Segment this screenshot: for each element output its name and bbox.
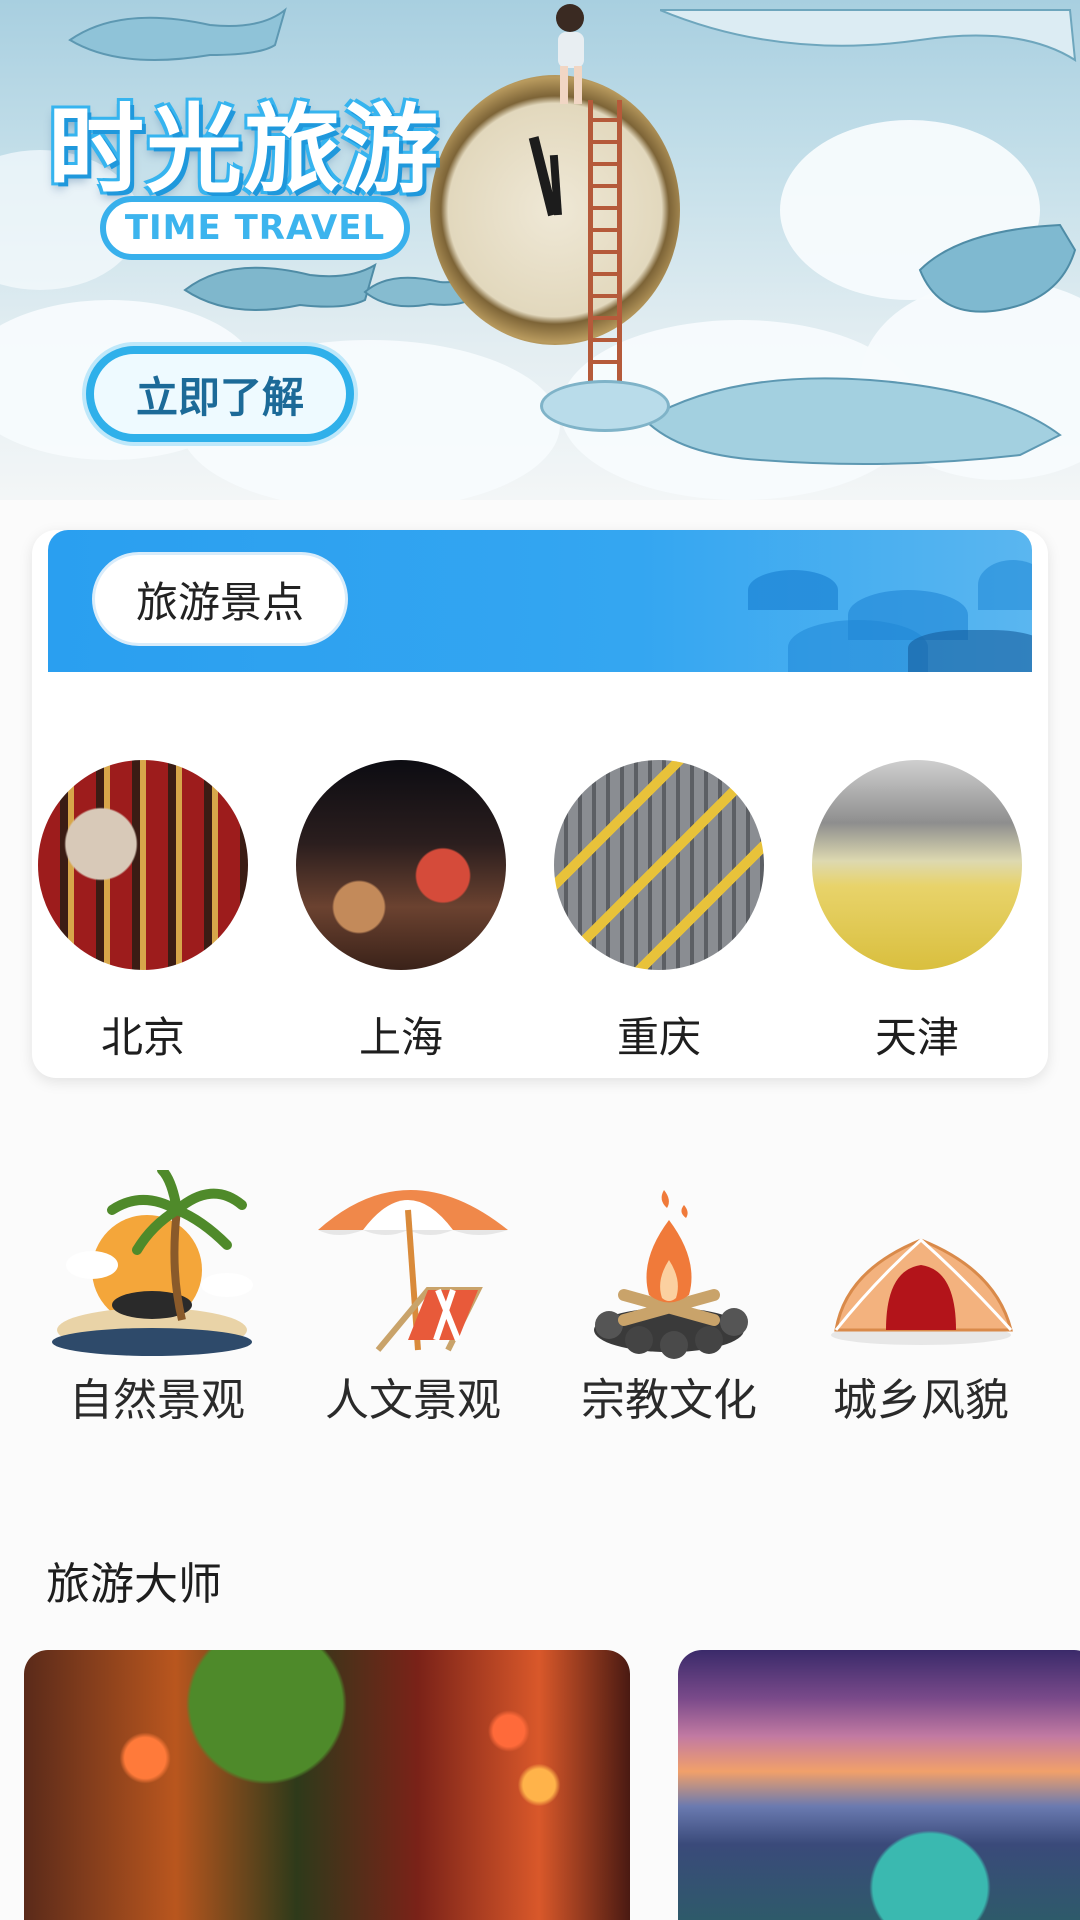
city-name: 天津	[874, 1013, 959, 1062]
whale-illustration	[183, 262, 377, 311]
master-card-night-street[interactable]	[24, 1650, 630, 1920]
hero-title: 时光旅游	[48, 94, 440, 206]
city-item-beijing[interactable]: 北京	[38, 760, 248, 1065]
category-cultural-scenery[interactable]: 人文景观	[298, 1170, 528, 1428]
category-urban-rural[interactable]: 城乡风貌	[806, 1170, 1036, 1428]
city-name: 北京	[100, 1013, 185, 1062]
mountain-decoration	[978, 560, 1032, 610]
city-name: 上海	[358, 1013, 443, 1062]
whale-illustration	[68, 7, 287, 61]
city-item-chongqing[interactable]: 重庆	[554, 760, 764, 1065]
master-photo	[678, 1650, 1080, 1920]
master-photo	[24, 1650, 630, 1920]
whale-illustration	[660, 9, 1077, 62]
city-item-shanghai[interactable]: 上海	[296, 760, 506, 1065]
hero-banner[interactable]: 时光旅游 TIME TRAVEL 立即了解	[0, 0, 1080, 500]
mountain-decoration	[748, 570, 838, 610]
palm-island-icon	[52, 1165, 262, 1360]
category-label: 城乡风貌	[833, 1375, 1009, 1426]
whale-illustration	[918, 223, 1077, 313]
category-label: 人文景观	[325, 1375, 501, 1426]
mountain-decoration	[908, 630, 1032, 672]
city-photo	[296, 760, 506, 970]
master-card-lake-sunset[interactable]	[678, 1650, 1080, 1920]
masters-section-title: 旅游大师	[46, 1559, 222, 1610]
city-name: 重庆	[616, 1013, 701, 1062]
learn-more-button[interactable]: 立即了解	[86, 346, 354, 442]
tent-icon	[816, 1170, 1026, 1360]
category-natural-scenery[interactable]: 自然景观	[42, 1165, 272, 1428]
campfire-icon	[564, 1170, 774, 1360]
city-photo	[38, 760, 248, 970]
category-religious-culture[interactable]: 宗教文化	[554, 1170, 784, 1428]
beach-umbrella-icon	[308, 1170, 518, 1360]
whale-illustration	[643, 377, 1062, 465]
girl-illustration	[556, 4, 584, 104]
city-item-tianjin[interactable]: 天津	[812, 760, 1022, 1065]
city-photo	[812, 760, 1022, 970]
attractions-tab-label[interactable]: 旅游景点	[92, 552, 348, 646]
mountain-decoration	[788, 620, 928, 672]
portal-hole	[540, 380, 670, 432]
category-label: 宗教文化	[581, 1375, 757, 1426]
clock-illustration	[430, 75, 680, 345]
city-photo	[554, 760, 764, 970]
hero-subtitle: TIME TRAVEL	[100, 196, 410, 260]
category-label: 自然景观	[69, 1375, 245, 1426]
app-screen: 时光旅游 TIME TRAVEL 立即了解 旅游景点 北京 上海 重庆 天津 自…	[0, 0, 1080, 1920]
